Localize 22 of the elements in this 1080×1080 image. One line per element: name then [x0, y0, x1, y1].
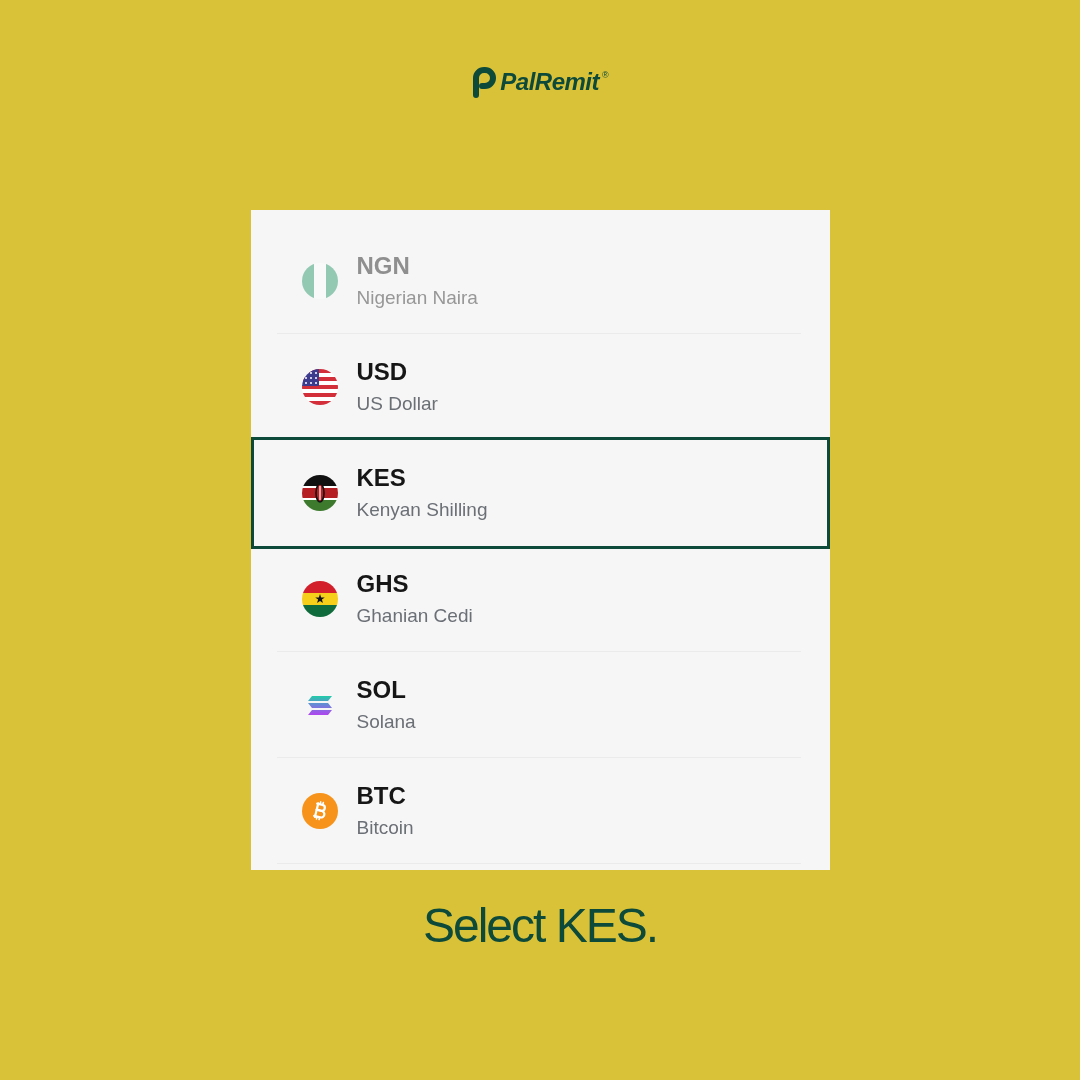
currency-code: USD: [356, 358, 409, 386]
logo-text: PalRemit: [500, 67, 600, 97]
currency-code: NGN: [356, 252, 411, 280]
kenya-flag-icon: [301, 475, 338, 511]
currency-name: Nigerian Naira: [356, 286, 478, 310]
currency-code: GHS: [356, 570, 410, 598]
caption-text: Select KES.: [422, 898, 658, 954]
currency-code: SOL: [356, 676, 407, 704]
currency-code: BTC: [356, 782, 407, 810]
currency-name: Bitcoin: [356, 816, 414, 840]
nigeria-flag-icon: [301, 263, 338, 299]
us-flag-icon: [301, 369, 338, 405]
currency-code: KES: [356, 464, 407, 492]
currency-name: US Dollar: [356, 392, 438, 416]
currency-option[interactable]: KES Kenyan Shilling: [250, 437, 830, 549]
logo-icon: [471, 66, 498, 98]
bitcoin-icon: [301, 793, 338, 829]
currency-name: Kenyan Shilling: [356, 498, 488, 522]
currency-name: Solana: [356, 710, 416, 734]
ghana-flag-icon: [301, 581, 338, 617]
currency-name: Ghanian Cedi: [356, 604, 473, 628]
registered-mark: ®: [602, 70, 609, 80]
